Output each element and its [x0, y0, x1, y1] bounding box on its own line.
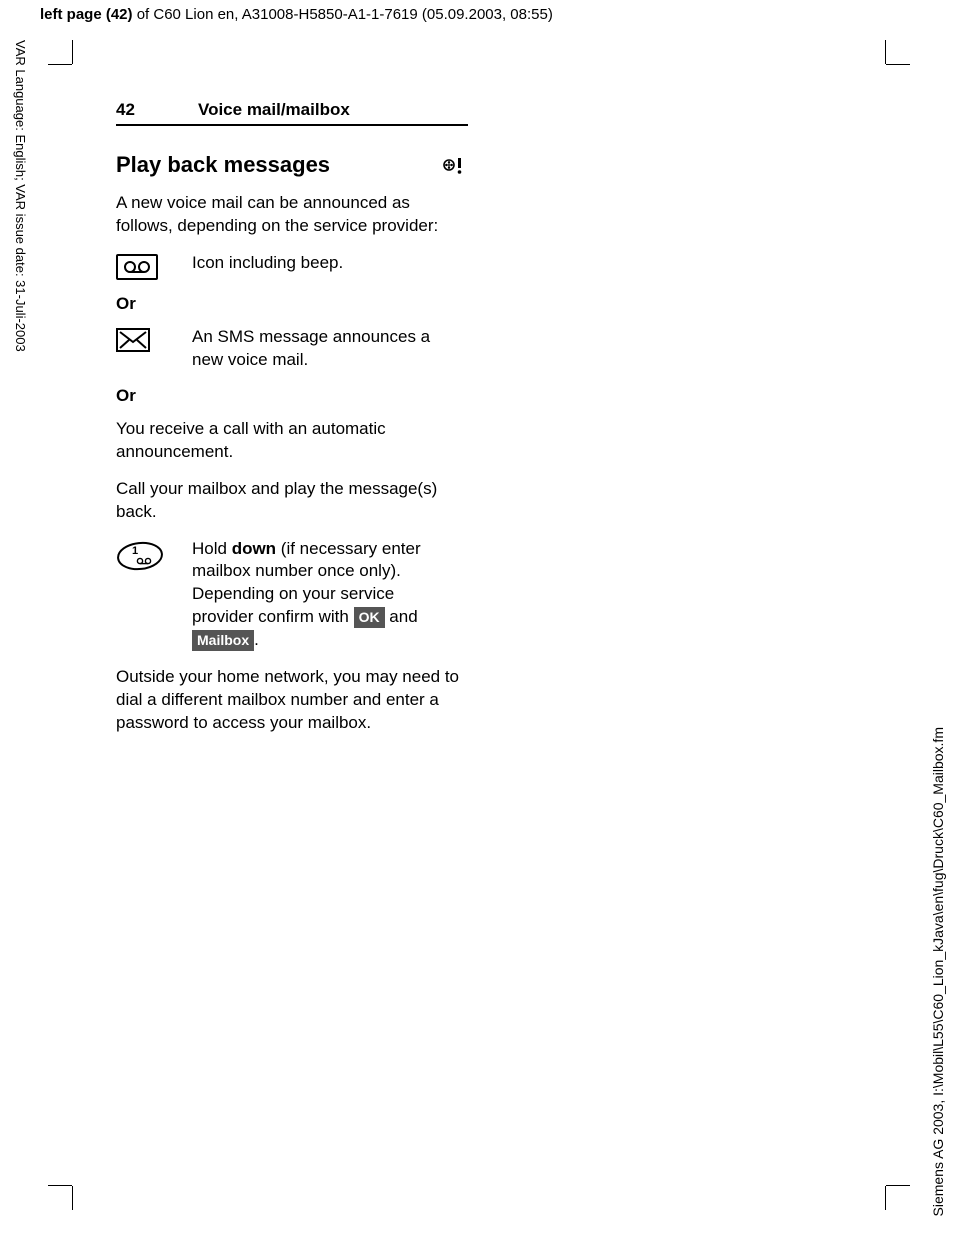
crop-mark — [72, 40, 73, 64]
sms-icon-row: An SMS message announces a new voice mai… — [116, 326, 460, 372]
var-meta-left: VAR Language: English; VAR issue date: 3… — [12, 40, 28, 470]
phone-key-1-icon: 1 — [116, 540, 164, 572]
typeset-header: left page (42) of C60 Lion en, A31008-H5… — [40, 6, 553, 23]
crop-mark — [886, 1185, 910, 1186]
or-separator-1: Or — [116, 294, 466, 314]
page-content: 42 Voice mail/mailbox Play back messages… — [116, 100, 466, 749]
auto-announcement-paragraph: You receive a call with an automatic ann… — [116, 418, 460, 464]
crop-mark — [72, 1186, 73, 1210]
voicemail-icon-row: Icon including beep. — [116, 252, 460, 280]
hold-pre: Hold — [192, 539, 232, 558]
section-heading: Play back messages — [116, 152, 464, 178]
svg-text:1: 1 — [132, 545, 138, 557]
envelope-icon — [116, 328, 150, 352]
softkey-mailbox: Mailbox — [192, 630, 254, 651]
hold-and: and — [385, 607, 418, 626]
crop-mark — [886, 64, 910, 65]
section-heading-text: Play back messages — [116, 152, 330, 178]
callback-instruction: Call your mailbox and play the message(s… — [116, 478, 460, 524]
header-doc-id: of C60 Lion en, A31008-H5850-A1-1-7619 (… — [133, 6, 553, 23]
sms-icon-desc: An SMS message announces a new voice mai… — [192, 326, 460, 372]
crop-mark — [885, 40, 886, 64]
crop-mark — [48, 1185, 72, 1186]
page-number: 42 — [116, 100, 168, 120]
outside-network-paragraph: Outside your home network, you may need … — [116, 666, 460, 735]
intro-paragraph: A new voice mail can be announced as fol… — [116, 192, 460, 238]
hold-down-bold: down — [232, 539, 276, 558]
network-dependent-icon — [442, 156, 464, 174]
page-header: 42 Voice mail/mailbox — [116, 100, 468, 126]
file-path-right: Siemens AG 2003, I:\Mobil\L55\C60_Lion_k… — [930, 727, 946, 1217]
page-title: Voice mail/mailbox — [198, 100, 350, 120]
hold-key-desc: Hold down (if necessary enter mailbox nu… — [192, 538, 460, 653]
or-separator-2: Or — [116, 386, 466, 406]
hold-end: . — [254, 630, 259, 649]
voicemail-tape-icon — [116, 254, 158, 280]
crop-mark — [48, 64, 72, 65]
header-page-id: left page (42) — [40, 6, 133, 23]
softkey-ok: OK — [354, 607, 385, 628]
hold-key-row: 1 Hold down (if necessary enter mailbox … — [116, 538, 460, 653]
voicemail-icon-desc: Icon including beep. — [192, 252, 460, 275]
crop-mark — [885, 1186, 886, 1210]
